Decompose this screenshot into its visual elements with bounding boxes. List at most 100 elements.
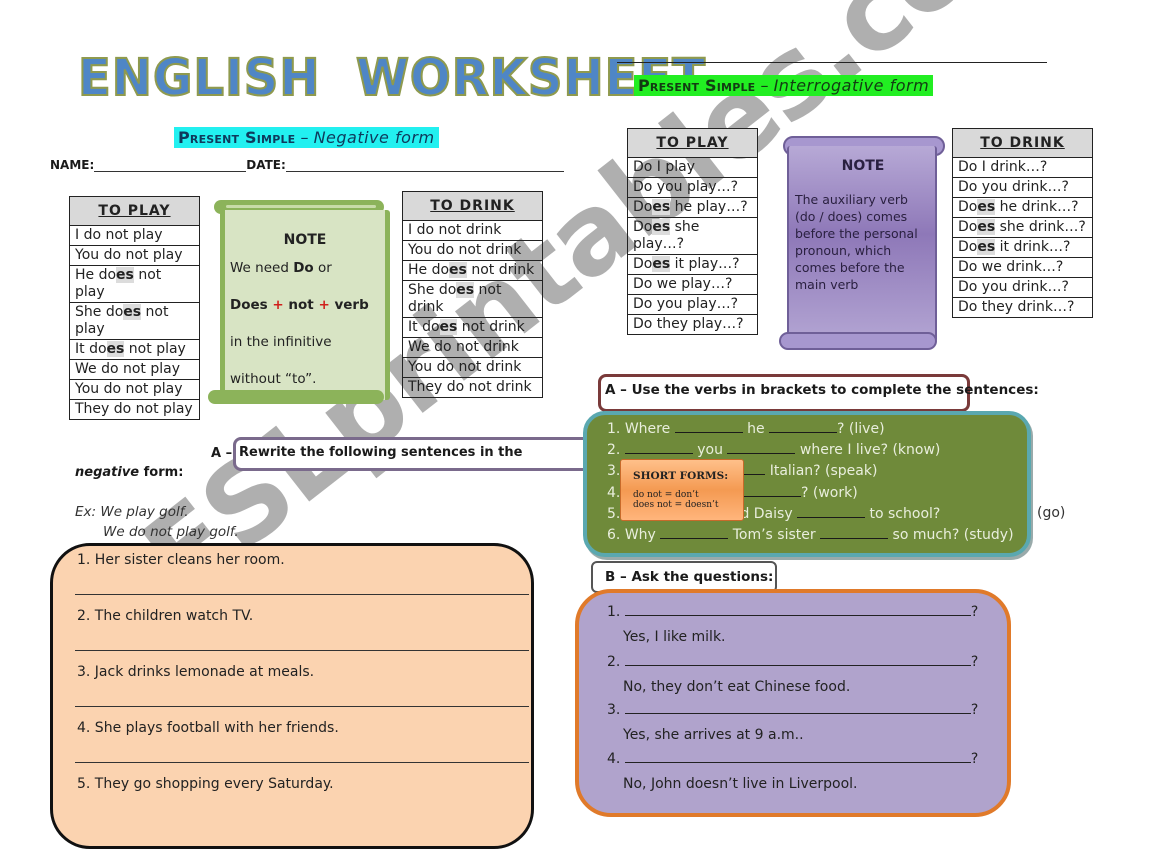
es-highlight: es [977,199,996,215]
note-title: NOTE [841,158,885,174]
conjugation-cell: We do not play [69,359,200,380]
note-line-1: We need Do or [230,250,380,287]
conjugation-cell: Do you drink…? [952,177,1093,198]
note-line-2: Does + not + verb [230,287,380,324]
note-text: The auxiliary verb (do / does) comes bef… [795,192,918,292]
conjugation-cell: They do not play [69,399,200,420]
name-label: NAME: [50,158,95,172]
note-not: not [288,297,314,313]
question-number: 6. [607,527,621,543]
example-sentence: Ex: We play golf. [75,504,189,520]
question-text: he [742,421,770,437]
conjugation-text: Do [633,256,653,272]
question-line: 2. ? [607,653,978,670]
short-form-doesnt: does not = doesn’t [633,500,719,510]
note-verb: verb [334,297,369,313]
answer-line[interactable] [75,762,529,763]
question-number: 1. [607,421,621,437]
blank-field[interactable] [727,443,796,454]
table-row: Does it play…? [627,254,758,275]
date-field[interactable] [285,159,564,172]
question-answer-line[interactable] [624,701,971,714]
conjugation-cell: She does not drink [402,280,543,318]
question-line: 3. ? [607,701,978,718]
conjugation-text: She do [408,282,457,298]
section-a-header-box: Rewrite the following sentences in the [233,437,617,471]
note-scroll-interrogative: NOTE The auxiliary verb (do / does) come… [779,136,945,350]
answer-line[interactable] [75,650,529,651]
answer-line[interactable] [75,706,529,707]
conjugation-text: They do not drink [408,379,532,395]
conjugation-text: Do [633,199,653,215]
blank-field[interactable] [624,443,693,454]
question-number: 3. [607,463,621,479]
subtitle-form: Interrogative form [773,76,930,95]
conjugation-text: He do [75,267,117,283]
es-highlight: es [449,262,467,278]
exercise-sentence: 1. Her sister cleans her room. [77,552,285,568]
table-row: Does it drink…? [952,237,1093,258]
conjugation-cell: Do we drink…? [952,257,1093,278]
conjugation-text: not drink [466,262,535,278]
subtitle-dash: – [755,76,774,95]
es-highlight: es [977,219,996,235]
table-row: It does not play [69,339,200,360]
conjugation-text: Do I drink…? [958,159,1048,175]
question-number: 4. [607,485,621,501]
blank-field[interactable] [674,422,743,433]
conjugation-text: he play…? [670,199,748,215]
conjugation-text: You do not play [75,381,183,397]
es-highlight: es [456,282,475,298]
conjugation-text: it drink…? [995,239,1071,255]
question-text: where I live? (know) [795,442,941,458]
blank-field[interactable] [769,422,838,433]
conjugation-cell: I do not play [69,225,200,246]
blank-field[interactable] [820,528,889,539]
question-text: ? (live) [837,421,885,437]
table-row: Do you play…? [627,294,758,315]
conjugation-text: Do we drink…? [958,259,1064,275]
table-row: I do not drink [402,220,543,241]
es-highlight: es [977,239,996,255]
note-bold-do: Do [293,260,314,276]
name-date-row: NAME: DATE: [50,158,564,172]
question-answer-line[interactable] [624,653,971,666]
note-content: NOTE We need Do or Does + not + verb in … [230,230,380,398]
question-answer-line[interactable] [624,603,971,616]
question-5-verb-hint: (go) [1037,505,1066,521]
conjugation-text: She do [75,304,124,320]
conjugation-cell: Does it play…? [627,254,758,275]
blank-field[interactable] [660,528,729,539]
blank-field[interactable] [797,507,866,518]
fill-question: 1. Where he ? (live) [607,421,885,437]
conjugation-cell: Do we play…? [627,274,758,295]
answer-line[interactable] [75,594,529,595]
conjugation-text: It do [408,319,440,335]
conjugation-cell: You do not play [69,379,200,400]
exercise-sentence: 3. Jack drinks lemonade at meals. [77,664,315,680]
table-row: Does he play…? [627,197,758,218]
scroll-roll-bottom [779,332,937,350]
section-a-header: Rewrite the following sentences in the [239,445,523,460]
conjugation-text: Do you drink…? [958,179,1069,195]
name-field[interactable] [94,159,247,172]
conjugation-text: Do [958,199,978,215]
table-row: They do not drink [402,377,543,398]
conjugation-cell: Does he drink…? [952,197,1093,218]
question-answer-line[interactable] [624,750,971,763]
conjugation-text: Do [633,219,653,235]
question-mark: ? [970,604,979,620]
note-text: We need [230,260,294,276]
worksheet-title: ENGLISH WORKSHEET [77,48,706,109]
table-header: TO PLAY [627,128,758,158]
table-to-play-interrogative: TO PLAY Do I play Do you play…? Does he pl… [627,128,758,335]
subtitle-negative-form: Present Simple – Negative form [174,127,439,148]
conjugation-text: Do you play…? [633,296,739,312]
conjugation-cell: They do not drink [402,377,543,398]
conjugation-cell: You do not drink [402,240,543,261]
conjugation-cell: Does she play…? [627,217,758,255]
table-row: You do not drink [402,240,543,261]
table-row: Does she play…? [627,217,758,255]
question-number: 2. [607,654,621,670]
question-number: 2. [607,442,621,458]
